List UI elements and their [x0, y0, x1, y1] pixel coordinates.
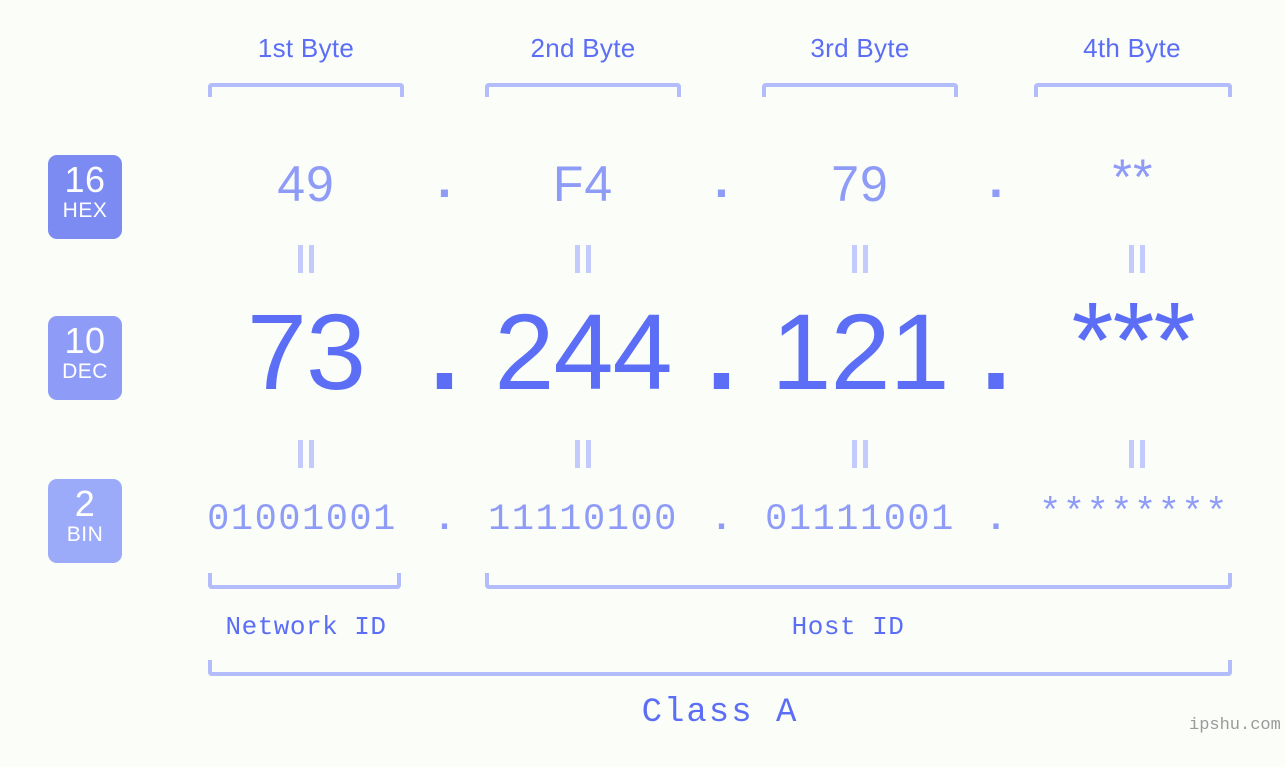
- hex-separator-3: .: [989, 152, 1003, 208]
- byte-header-2: 2nd Byte: [530, 33, 636, 63]
- equals-connector-dec-bin-4: [1126, 440, 1148, 468]
- byte-header-1: 1st Byte: [257, 33, 355, 63]
- hex-byte-1: 49: [277, 156, 335, 212]
- equals-connector-dec-bin-3: [849, 440, 871, 468]
- base-badge-bin: 2 BIN: [48, 479, 122, 563]
- base-badge-dec: 10 DEC: [48, 316, 122, 400]
- dec-byte-4: ***: [1071, 279, 1195, 400]
- hex-separator-2: .: [714, 152, 729, 208]
- base-badge-hex-number: 16: [64, 159, 106, 200]
- bin-byte-4: ********: [1039, 493, 1229, 535]
- ip-breakdown-diagram: 1st Byte 2nd Byte 3rd Byte 4th Byte 16 H…: [0, 0, 1285, 767]
- base-badge-hex: 16 HEX: [48, 155, 122, 239]
- base-badge-dec-abbr: DEC: [62, 360, 108, 383]
- dec-separator-3: .: [980, 291, 1011, 412]
- network-id-label: Network ID: [225, 612, 387, 642]
- hex-byte-2: F4: [552, 156, 614, 212]
- base-badge-dec-number: 10: [64, 320, 106, 361]
- bin-byte-3: 01111001: [765, 499, 955, 541]
- byte-bracket-3: [762, 83, 958, 97]
- site-watermark: ipshu.com: [1189, 716, 1281, 735]
- dec-byte-3: 121: [771, 291, 949, 412]
- network-id-bracket: [208, 573, 401, 589]
- host-id-label: Host ID: [791, 612, 905, 642]
- bin-separator-2: .: [710, 499, 733, 541]
- base-badge-bin-number: 2: [74, 483, 96, 524]
- dec-separator-1: .: [429, 291, 460, 412]
- equals-connector-dec-bin-1: [295, 440, 317, 468]
- bin-byte-1: 01001001: [207, 499, 397, 541]
- hex-byte-3: 79: [831, 156, 889, 212]
- byte-bracket-1: [208, 83, 404, 97]
- bin-byte-2: 11110100: [488, 499, 678, 541]
- bin-separator-1: .: [433, 499, 456, 541]
- bin-separator-3: .: [984, 499, 1008, 541]
- equals-connector-hex-dec-2: [572, 245, 594, 273]
- hex-byte-4: **: [1112, 149, 1154, 205]
- dec-separator-2: .: [706, 291, 737, 412]
- equals-connector-hex-dec-4: [1126, 245, 1148, 273]
- base-badge-hex-abbr: HEX: [62, 199, 108, 222]
- byte-bracket-2: [485, 83, 681, 97]
- equals-connector-hex-dec-1: [295, 245, 317, 273]
- ip-class-bracket: [208, 660, 1232, 676]
- ip-class-label: Class A: [641, 694, 799, 732]
- dec-byte-1: 73: [246, 291, 366, 412]
- dec-byte-2: 244: [494, 291, 672, 412]
- hex-separator-1: .: [437, 152, 452, 208]
- host-id-bracket: [485, 573, 1232, 589]
- byte-bracket-4: [1034, 83, 1232, 97]
- byte-header-4: 4th Byte: [1083, 33, 1181, 63]
- equals-connector-hex-dec-3: [849, 245, 871, 273]
- equals-connector-dec-bin-2: [572, 440, 594, 468]
- base-badge-bin-abbr: BIN: [66, 523, 104, 546]
- byte-header-3: 3rd Byte: [810, 33, 910, 63]
